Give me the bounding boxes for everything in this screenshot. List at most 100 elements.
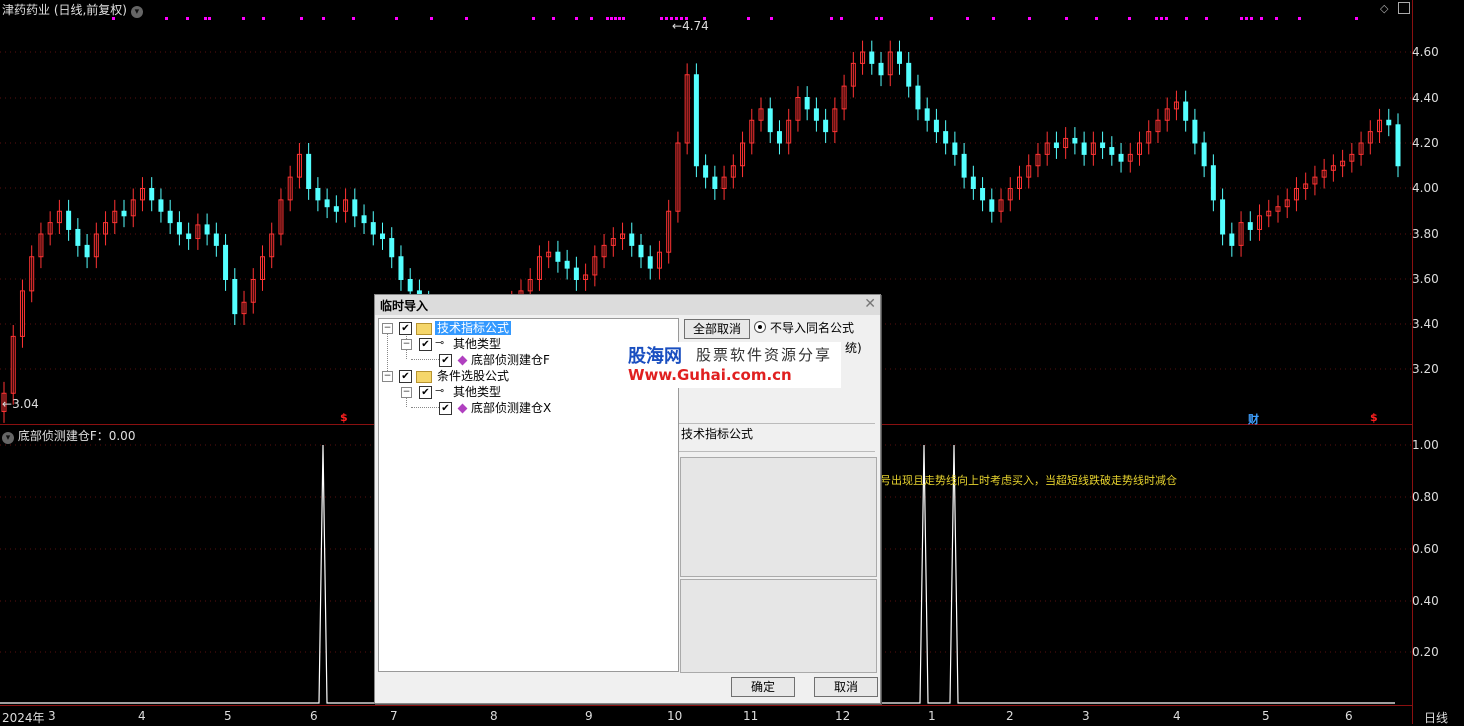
tree-node[interactable]: 技术指标公式 — [435, 321, 512, 335]
x-axis-year: 2024年 — [2, 711, 45, 725]
collapse-toggle[interactable]: − — [401, 339, 412, 350]
chevron-down-icon[interactable]: ▾ — [2, 432, 14, 444]
event-marker[interactable]: $ — [340, 411, 348, 424]
checkbox[interactable]: ✔ — [399, 322, 412, 335]
signal-dot — [1160, 17, 1163, 20]
tree-node[interactable]: 底部侦测建仓F — [471, 353, 550, 367]
signal-dot — [1065, 17, 1068, 20]
cancel-button[interactable]: 取消 — [814, 677, 878, 697]
diamond-icon[interactable]: ◇ — [1380, 2, 1388, 15]
expand-icon[interactable] — [1398, 2, 1410, 14]
divider — [679, 423, 875, 424]
signal-dot — [322, 17, 325, 20]
chevron-down-icon[interactable]: ▾ — [130, 6, 143, 18]
candle-body — [989, 199, 995, 212]
tree-node[interactable]: 其他类型 — [453, 385, 501, 399]
candle-body — [66, 210, 72, 230]
candle-body — [776, 131, 782, 144]
signal-dot — [875, 17, 878, 20]
indicator-tick: 1.00 — [1412, 438, 1439, 452]
watermark-tagline: 股票软件资源分享 — [696, 346, 833, 364]
event-marker[interactable]: 财 — [1248, 411, 1259, 427]
signal-dot — [1165, 17, 1168, 20]
x-axis-month: 5 — [1262, 709, 1270, 723]
x-axis-month: 4 — [138, 709, 146, 723]
option-label: 统) — [845, 341, 862, 355]
signal-dot — [208, 17, 211, 20]
radio-button[interactable] — [754, 321, 766, 333]
indicator-tick: 0.80 — [1412, 490, 1439, 504]
x-axis-month: 12 — [835, 709, 851, 723]
signal-dot — [770, 17, 773, 20]
detail-panel[interactable] — [680, 579, 877, 673]
collapse-toggle[interactable]: − — [382, 371, 393, 382]
x-axis-month: 6 — [1345, 709, 1353, 723]
candle-body — [869, 51, 875, 64]
radio-label[interactable]: 不导入同名公式 — [770, 319, 854, 336]
description-panel[interactable] — [680, 457, 877, 577]
candle-body — [407, 279, 413, 292]
checkbox[interactable]: ✔ — [419, 386, 432, 399]
collapse-toggle[interactable]: − — [382, 323, 393, 334]
tree-node[interactable]: 条件选股公式 — [437, 369, 509, 383]
candle-body — [324, 199, 330, 208]
period-label[interactable]: 日线 — [1424, 709, 1448, 726]
price-tick: 4.40 — [1412, 91, 1439, 105]
checkbox[interactable]: ✔ — [399, 370, 412, 383]
dialog-titlebar[interactable]: 临时导入 ✕ — [375, 295, 880, 315]
x-axis-month: 1 — [928, 709, 936, 723]
candle-body — [370, 222, 376, 235]
signal-dot — [1275, 17, 1278, 20]
candle-body — [1109, 147, 1115, 155]
ok-button[interactable]: 确定 — [731, 677, 795, 697]
candle-body — [361, 215, 367, 224]
candle-body — [1072, 137, 1078, 144]
candle-body — [933, 119, 939, 133]
x-axis-month: 8 — [490, 709, 498, 723]
candle-body — [121, 210, 127, 217]
watermark-url: Www.Guhai.com.cn — [628, 366, 792, 384]
candle-body — [629, 233, 635, 246]
signal-dot — [204, 17, 207, 20]
signal-dot — [165, 17, 168, 20]
divider — [679, 451, 875, 452]
watermark-logo: 股海网 — [628, 346, 682, 367]
indicator-title[interactable]: ▾ 底部侦测建仓F：0.00 — [2, 427, 135, 444]
indicator-tick: 0.40 — [1412, 594, 1439, 608]
signal-dot — [614, 17, 617, 20]
signal-dot — [840, 17, 843, 20]
event-marker[interactable]: $ — [1370, 411, 1378, 424]
collapse-toggle[interactable]: − — [401, 387, 412, 398]
candle-body — [924, 108, 930, 121]
signal-dot — [1250, 17, 1253, 20]
candle-body — [84, 244, 90, 258]
signal-dot — [622, 17, 625, 20]
candle-body — [223, 244, 229, 280]
key-icon: ⊸ — [435, 384, 445, 397]
checkbox[interactable]: ✔ — [419, 338, 432, 351]
signal-dot — [352, 17, 355, 20]
signal-dot — [880, 17, 883, 20]
candle-body — [555, 251, 561, 262]
indicator-note: 号出现且走势线向上时考虑买入，当超短线跌破走势线时减仓 — [880, 474, 1177, 487]
candle-body — [158, 199, 164, 212]
candle-body — [1229, 233, 1235, 246]
candle-body — [380, 233, 386, 240]
tree-node[interactable]: 底部侦测建仓X — [471, 401, 551, 415]
candle-body — [823, 119, 829, 133]
stock-title[interactable]: 津药药业 (日线,前复权) ▾ — [2, 1, 143, 18]
cancel-all-button[interactable]: 全部取消 — [684, 319, 750, 339]
candle-body — [1220, 199, 1226, 235]
candle-body — [1192, 119, 1198, 144]
candle-body — [1210, 165, 1216, 201]
candle-body — [333, 206, 339, 212]
checkbox[interactable]: ✔ — [439, 354, 452, 367]
signal-dot — [552, 17, 555, 20]
close-icon[interactable]: ✕ — [864, 296, 876, 312]
high-price-label: ←4.74 — [672, 19, 709, 33]
candle-body — [315, 188, 321, 201]
price-tick: 4.60 — [1412, 45, 1439, 59]
tree-node[interactable]: 其他类型 — [453, 337, 501, 351]
candle-body — [204, 224, 210, 235]
checkbox[interactable]: ✔ — [439, 402, 452, 415]
